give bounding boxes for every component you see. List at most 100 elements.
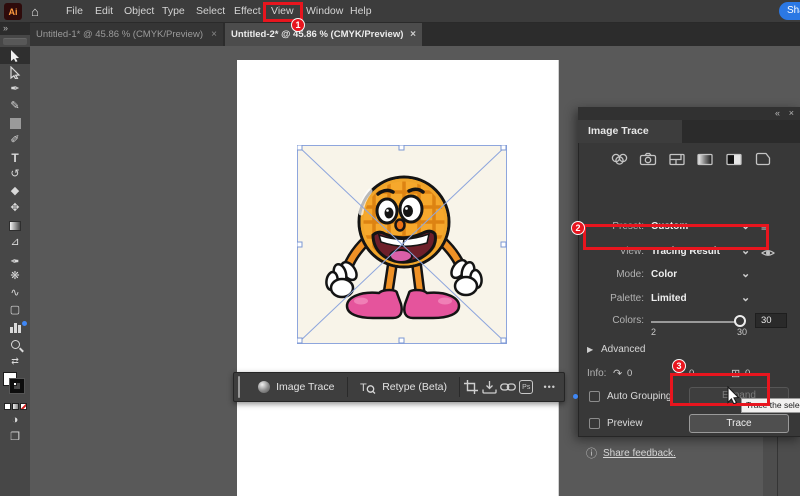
embed-button[interactable]	[480, 373, 498, 401]
share-button[interactable]: Sha	[779, 2, 800, 20]
placed-waffle-image[interactable]	[297, 145, 507, 344]
new-feature-dot	[22, 321, 27, 326]
gradient-icon	[9, 220, 21, 231]
annotation-badge-2: 2	[571, 221, 585, 235]
collapse-panel-icon[interactable]: «	[775, 108, 780, 118]
advanced-disclosure-icon[interactable]: ▶	[587, 342, 593, 358]
gradient-button[interactable]	[11, 402, 19, 410]
type-tool[interactable]: T	[0, 149, 30, 166]
color-button[interactable]	[3, 402, 11, 410]
pen-tool[interactable]: ✒	[0, 81, 30, 98]
direct-selection-tool[interactable]	[0, 64, 30, 81]
menu-type[interactable]: Type	[162, 0, 185, 22]
magnifier-icon	[10, 340, 20, 349]
blend-tool[interactable]: ❋	[0, 268, 30, 285]
tab-untitled-2[interactable]: Untitled-2* @ 45.86 % (CMYK/Preview) ×	[225, 23, 422, 46]
menu-file[interactable]: File	[66, 0, 83, 22]
tab-untitled-1[interactable]: Untitled-1* @ 45.86 % (CMYK/Preview) ×	[30, 23, 223, 46]
image-trace-icon	[258, 381, 271, 393]
menu-bar: Ai ⌂ File Edit Object Type Select Effect…	[0, 0, 800, 23]
divider	[458, 377, 460, 397]
advanced-label: Advanced	[601, 344, 646, 355]
none-button[interactable]	[19, 402, 27, 410]
screen-mode-button[interactable]: ❐	[0, 429, 30, 446]
scale-tool[interactable]: ✥	[0, 200, 30, 217]
toolbar-overflow-icon[interactable]: »	[0, 23, 30, 35]
graph-icon	[9, 322, 21, 333]
divider	[346, 377, 348, 397]
close-panel-icon[interactable]: ×	[789, 107, 794, 120]
measure-tool[interactable]: ⊿	[0, 234, 30, 251]
eraser-tool[interactable]: ◆	[0, 183, 30, 200]
info-circle-icon: ⓘ	[586, 448, 597, 460]
swap-fill-stroke[interactable]: ⇄	[0, 353, 30, 370]
quickbar-drag-grip[interactable]	[238, 376, 241, 398]
menu-select[interactable]: Select	[196, 0, 225, 22]
edit-in-photoshop-button[interactable]: Ps	[517, 373, 535, 401]
more-options-button[interactable]: •••	[536, 382, 564, 392]
colors-slider-knob[interactable]	[734, 315, 746, 327]
toolbar-drag-grip[interactable]	[3, 38, 27, 45]
annotation-badge-3: 3	[672, 359, 686, 373]
eyedropper-tool[interactable]: ✒	[0, 251, 30, 268]
share-feedback-link[interactable]: Share feedback.	[603, 446, 676, 462]
tab-close-icon[interactable]: ×	[211, 29, 217, 40]
colors-slider-track[interactable]	[651, 321, 741, 323]
link-button[interactable]	[499, 373, 517, 401]
zoom-tool[interactable]	[0, 336, 30, 353]
mouse-cursor	[727, 386, 740, 404]
rotate-tool[interactable]: ↺	[0, 166, 30, 183]
paths-count: 0	[627, 368, 633, 379]
colors-value-field[interactable]: 30	[755, 313, 787, 328]
quick-actions-bar: Image Trace T Retype (Beta) Ps •••	[233, 372, 565, 402]
selection-bounding-box[interactable]	[297, 145, 507, 344]
grayscale-preset-icon[interactable]	[695, 151, 715, 167]
palette-dropdown[interactable]	[581, 291, 787, 307]
selection-tool[interactable]	[0, 47, 30, 64]
paths-count-icon: ↷	[613, 368, 623, 380]
menu-help[interactable]: Help	[350, 0, 372, 22]
stroke-color-swatch[interactable]	[9, 378, 25, 394]
advanced-row[interactable]: ▶ Advanced	[579, 342, 800, 358]
fill-stroke-indicator[interactable]	[0, 370, 30, 400]
black-white-preset-icon[interactable]	[724, 151, 744, 167]
menu-effect[interactable]: Effect	[234, 0, 261, 22]
retype-button[interactable]: T Retype (Beta)	[349, 373, 457, 401]
crop-image-button[interactable]	[462, 373, 480, 401]
menu-window[interactable]: Window	[306, 0, 343, 22]
panel-header: « ×	[578, 107, 800, 120]
menu-edit[interactable]: Edit	[95, 0, 113, 22]
outline-preset-icon[interactable]	[753, 151, 773, 167]
panel-tab-strip: Image Trace	[578, 120, 800, 143]
info-label: Info:	[587, 368, 607, 379]
artboard-tool[interactable]: ▢	[0, 302, 30, 319]
image-trace-panel-tab[interactable]: Image Trace	[578, 120, 682, 143]
retype-icon: T	[360, 382, 376, 394]
high-color-preset-icon[interactable]	[638, 151, 658, 167]
tab-close-icon[interactable]: ×	[410, 29, 416, 40]
tab-label: Untitled-2* @ 45.86 % (CMYK/Preview)	[231, 29, 404, 40]
palette-row: Palette: Limited ⌄	[579, 291, 800, 307]
annotation-box-step3	[670, 373, 770, 406]
illustrator-logo-icon[interactable]: Ai	[4, 3, 22, 20]
rectangle-tool[interactable]	[0, 115, 30, 132]
colors-min: 2	[651, 327, 657, 337]
auto-color-preset-icon[interactable]	[609, 151, 629, 167]
tools-panel: » ✒ ✎ ✐ T ↺ ◆ ✥ ⊿ ✒ ❋ ∿ ▢ ⇄ ◑ ❐	[0, 23, 30, 496]
low-color-preset-icon[interactable]	[667, 151, 687, 167]
gradient-tool[interactable]	[0, 217, 30, 234]
width-tool[interactable]: ∿	[0, 285, 30, 302]
image-trace-button[interactable]: Image Trace	[248, 373, 344, 401]
graph-tool[interactable]	[0, 319, 30, 336]
auto-grouping-checkbox[interactable]	[589, 391, 600, 402]
drawing-modes-button[interactable]: ◑	[0, 412, 30, 429]
paintbrush-tool[interactable]: ✐	[0, 132, 30, 149]
home-icon[interactable]: ⌂	[31, 0, 39, 23]
curvature-tool[interactable]: ✎	[0, 98, 30, 115]
auto-grouping-label: Auto Grouping	[607, 391, 672, 402]
illustrator-window: Ai ⌂ File Edit Object Type Select Effect…	[0, 0, 800, 496]
tab-label: Untitled-1* @ 45.86 % (CMYK/Preview)	[36, 29, 203, 40]
mode-dropdown[interactable]	[581, 267, 787, 283]
new-feature-dot	[573, 394, 578, 399]
menu-object[interactable]: Object	[124, 0, 154, 22]
